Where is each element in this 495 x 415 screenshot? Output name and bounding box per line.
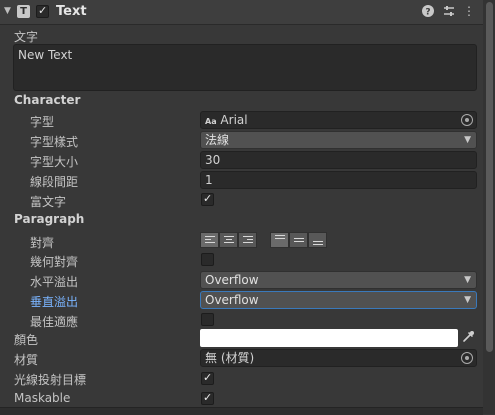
align-by-geometry-label: 幾何對齊 <box>30 255 79 269</box>
align-center-icon <box>224 236 234 245</box>
font-label: 字型 <box>30 115 55 129</box>
character-heading: Character <box>14 93 81 107</box>
vertical-overflow-label: 垂直溢出 <box>30 295 79 309</box>
vertical-overflow-dropdown[interactable]: Overflow ▼ <box>200 291 477 309</box>
maskable-label: Maskable <box>14 391 71 405</box>
component-title: Text <box>56 4 87 19</box>
foldout-arrow-icon[interactable]: ▼ <box>4 6 11 16</box>
vertical-alignment-group <box>270 232 327 248</box>
material-field[interactable]: 無 (材質) <box>200 349 477 367</box>
paragraph-heading: Paragraph <box>14 212 85 226</box>
chevron-down-icon: ▼ <box>464 135 471 145</box>
presets-icon[interactable] <box>442 4 456 18</box>
more-options-icon[interactable]: ⋮ <box>462 4 476 18</box>
chevron-down-icon: ▼ <box>464 295 471 305</box>
align-middle-icon <box>294 238 304 244</box>
line-spacing-label: 線段間距 <box>30 175 79 189</box>
horizontal-alignment-group <box>200 232 257 248</box>
best-fit-checkbox[interactable] <box>201 313 214 326</box>
align-bottom-button[interactable] <box>308 232 327 248</box>
align-by-geometry-checkbox[interactable] <box>201 253 214 266</box>
horizontal-overflow-label: 水平溢出 <box>30 275 79 289</box>
maskable-checkbox[interactable] <box>201 391 214 405</box>
color-field[interactable] <box>200 329 458 347</box>
align-bottom-icon <box>313 241 323 247</box>
font-size-field[interactable]: 30 <box>200 151 477 169</box>
font-style-dropdown[interactable]: 法線 ▼ <box>200 131 477 149</box>
text-input-area[interactable]: New Text <box>13 44 477 91</box>
help-icon[interactable]: ? <box>421 4 435 18</box>
chevron-down-icon: ▼ <box>464 275 471 285</box>
font-style-label: 字型樣式 <box>30 135 79 149</box>
component-enabled-checkbox[interactable] <box>36 4 49 18</box>
alignment-label: 對齊 <box>30 236 55 250</box>
object-picker-icon[interactable] <box>461 352 473 364</box>
align-right-icon <box>243 236 253 245</box>
align-center-button[interactable] <box>219 232 238 248</box>
align-left-button[interactable] <box>200 232 219 248</box>
raycast-target-checkbox[interactable] <box>201 371 214 385</box>
horizontal-overflow-dropdown[interactable]: Overflow ▼ <box>200 271 477 289</box>
eyedropper-icon[interactable] <box>462 330 475 347</box>
component-header[interactable]: ▼ T Text ? ⋮ <box>0 0 483 25</box>
horizontal-overflow-value: Overflow <box>205 273 259 287</box>
line-spacing-field[interactable]: 1 <box>200 171 477 189</box>
material-label: 材質 <box>14 353 39 367</box>
material-value: 無 (材質) <box>205 351 255 365</box>
raycast-target-label: 光線投射目標 <box>14 373 87 387</box>
font-field[interactable]: Aa Arial <box>200 111 477 129</box>
font-asset-icon: Aa <box>205 117 217 126</box>
align-left-icon <box>205 236 215 245</box>
font-style-value: 法線 <box>205 133 230 147</box>
font-size-label: 字型大小 <box>30 155 79 169</box>
object-picker-icon[interactable] <box>461 114 473 126</box>
color-label: 顏色 <box>14 333 39 347</box>
scrollbar-thumb[interactable] <box>486 2 493 352</box>
align-top-button[interactable] <box>270 232 289 248</box>
text-component-icon: T <box>17 5 30 18</box>
rich-text-label: 富文字 <box>30 195 67 209</box>
svg-text:?: ? <box>425 8 430 18</box>
align-middle-button[interactable] <box>289 232 308 248</box>
vertical-overflow-value: Overflow <box>205 293 259 307</box>
best-fit-label: 最佳適應 <box>30 315 79 329</box>
font-value: Arial <box>220 113 248 127</box>
text-label: 文字 <box>14 30 39 44</box>
rich-text-checkbox[interactable] <box>201 192 214 206</box>
align-top-icon <box>275 235 285 241</box>
align-right-button[interactable] <box>238 232 257 248</box>
